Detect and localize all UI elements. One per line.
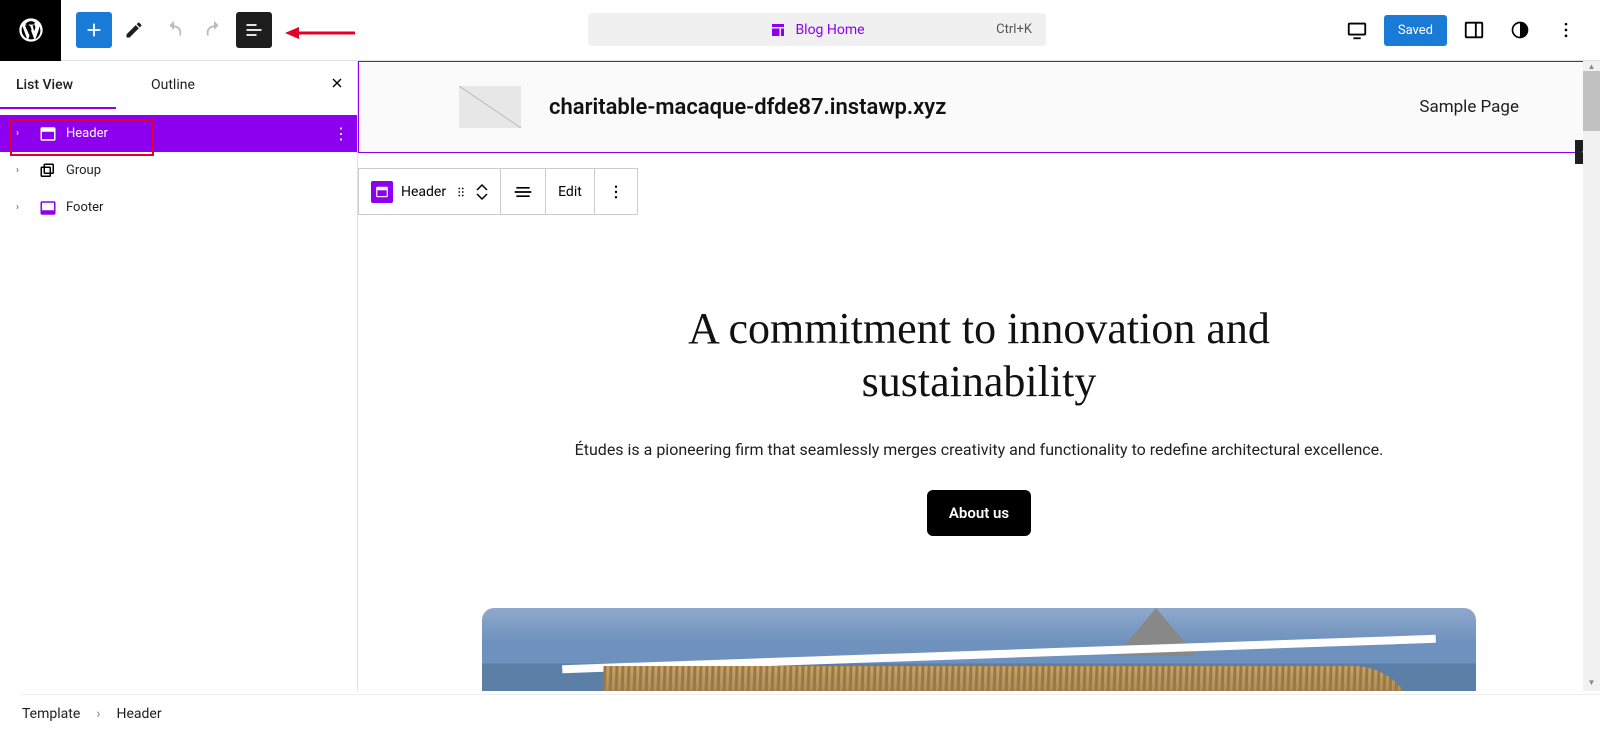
pencil-icon bbox=[124, 20, 144, 40]
document-title-bar[interactable]: Blog Home Ctrl+K bbox=[588, 13, 1046, 46]
breadcrumb-separator-icon: › bbox=[96, 706, 100, 722]
tree-item-label: Header bbox=[66, 126, 108, 141]
scrollbar-thumb[interactable] bbox=[1583, 71, 1600, 131]
tree-item-label: Group bbox=[66, 163, 101, 178]
plus-icon bbox=[83, 19, 105, 41]
document-title-content: Blog Home bbox=[769, 21, 864, 39]
block-breadcrumb: Template › Header bbox=[22, 694, 1600, 732]
block-mover[interactable] bbox=[476, 183, 488, 201]
breadcrumb-root[interactable]: Template bbox=[22, 706, 80, 722]
wordpress-logo[interactable] bbox=[0, 0, 61, 61]
chevron-right-icon: › bbox=[16, 165, 32, 176]
options-button[interactable] bbox=[1547, 11, 1585, 49]
hero-cta-button[interactable]: About us bbox=[927, 490, 1031, 536]
alignment-button[interactable] bbox=[501, 169, 546, 214]
tree-item-header[interactable]: › Header ⋮ bbox=[0, 115, 357, 152]
chevron-down-icon bbox=[476, 193, 488, 201]
header-block-icon bbox=[38, 124, 58, 144]
scroll-down-icon: ▼ bbox=[1583, 674, 1600, 691]
active-tab-indicator bbox=[0, 107, 116, 109]
block-options-button[interactable] bbox=[595, 169, 637, 214]
desktop-icon bbox=[1346, 19, 1368, 41]
settings-sidebar-button[interactable] bbox=[1455, 11, 1493, 49]
wordpress-icon bbox=[17, 16, 45, 44]
editor-canvas: charitable-macaque-dfde87.instawp.xyz Sa… bbox=[358, 61, 1600, 691]
align-wide-icon bbox=[513, 182, 533, 202]
canvas-scrollbar[interactable]: ▲ ▼ bbox=[1583, 61, 1600, 691]
document-overview-sidebar: List View Outline › Header ⋮ › Group › bbox=[0, 61, 358, 691]
drag-handle-icon[interactable] bbox=[454, 185, 468, 199]
styles-button[interactable] bbox=[1501, 11, 1539, 49]
annotation-arrow bbox=[285, 25, 355, 41]
toolbar-left bbox=[76, 12, 272, 48]
chevron-right-icon: › bbox=[16, 128, 32, 139]
block-type-label: Header bbox=[401, 184, 446, 200]
styles-icon bbox=[1510, 20, 1530, 40]
chevron-up-icon bbox=[476, 183, 488, 191]
command-shortcut: Ctrl+K bbox=[996, 22, 1032, 37]
close-icon bbox=[329, 75, 345, 91]
block-toolbar: Header Edit bbox=[358, 168, 638, 215]
block-type-button[interactable]: Header bbox=[359, 169, 501, 214]
template-name: Blog Home bbox=[795, 22, 864, 38]
hero-section: A commitment to innovation andsustainabi… bbox=[358, 303, 1600, 536]
undo-button[interactable] bbox=[156, 12, 192, 48]
site-title[interactable]: charitable-macaque-dfde87.instawp.xyz bbox=[549, 95, 946, 120]
edit-tool-button[interactable] bbox=[116, 12, 152, 48]
save-button[interactable]: Saved bbox=[1384, 15, 1447, 46]
tree-item-group[interactable]: › Group bbox=[0, 152, 357, 189]
more-vertical-icon bbox=[1556, 20, 1576, 40]
tab-outline[interactable]: Outline bbox=[135, 61, 211, 109]
breadcrumb-current[interactable]: Header bbox=[116, 706, 161, 722]
main-content: List View Outline › Header ⋮ › Group › bbox=[0, 61, 1600, 691]
edit-template-button[interactable]: Edit bbox=[546, 169, 595, 214]
scroll-up-icon: ▲ bbox=[1583, 61, 1600, 71]
header-block-icon bbox=[371, 181, 393, 203]
tree-item-options[interactable]: ⋮ bbox=[333, 124, 349, 143]
add-block-button[interactable] bbox=[76, 12, 112, 48]
footer-block-icon bbox=[38, 198, 58, 218]
list-view-icon bbox=[244, 20, 264, 40]
template-icon bbox=[769, 21, 787, 39]
hero-paragraph[interactable]: Études is a pioneering firm that seamles… bbox=[418, 437, 1540, 463]
chevron-right-icon: › bbox=[16, 202, 32, 213]
view-button[interactable] bbox=[1338, 11, 1376, 49]
header-template-part[interactable]: charitable-macaque-dfde87.instawp.xyz Sa… bbox=[358, 61, 1600, 153]
redo-button[interactable] bbox=[196, 12, 232, 48]
toolbar-right: Saved bbox=[1338, 11, 1585, 49]
block-tree: › Header ⋮ › Group › Footer bbox=[0, 109, 357, 226]
hero-image[interactable] bbox=[482, 608, 1476, 691]
undo-icon bbox=[163, 19, 185, 41]
tree-item-label: Footer bbox=[66, 200, 103, 215]
sidebar-tabs: List View Outline bbox=[0, 61, 357, 109]
hero-heading[interactable]: A commitment to innovation andsustainabi… bbox=[418, 303, 1540, 409]
nav-link-sample-page[interactable]: Sample Page bbox=[1419, 97, 1519, 117]
redo-icon bbox=[203, 19, 225, 41]
document-overview-button[interactable] bbox=[236, 12, 272, 48]
group-block-icon bbox=[38, 161, 58, 181]
site-logo-placeholder[interactable] bbox=[459, 86, 521, 128]
editor-top-bar: Blog Home Ctrl+K Saved bbox=[0, 0, 1600, 61]
tab-list-view[interactable]: List View bbox=[0, 61, 89, 109]
tree-item-footer[interactable]: › Footer bbox=[0, 189, 357, 226]
more-vertical-icon bbox=[607, 183, 625, 201]
sidebar-icon bbox=[1463, 19, 1485, 41]
close-sidebar-button[interactable] bbox=[329, 75, 345, 96]
